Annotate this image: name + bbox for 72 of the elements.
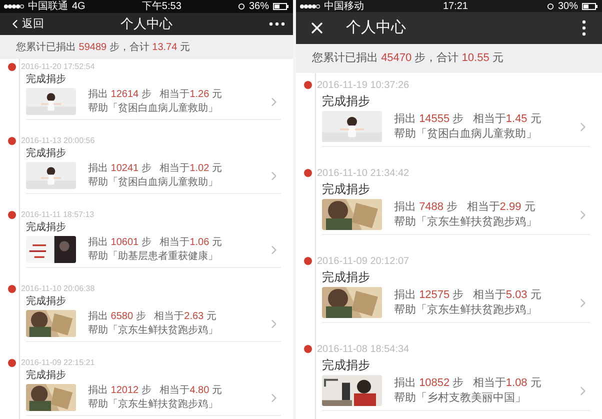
entry-time: 2016-11-10 21:34:42 <box>317 166 410 180</box>
battery-percent: 36% <box>248 0 269 14</box>
page-title: 个人中心 <box>346 18 406 38</box>
back-button[interactable]: 返回 <box>8 16 44 32</box>
entry-time: 2016-11-20 17:52:54 <box>21 60 95 72</box>
donation-item[interactable]: 捐出 12575 步 相当于5.03 元 帮助「京东生鲜扶贫跑步鸡」 <box>322 285 590 323</box>
entry-title: 完成捐步 <box>321 92 371 109</box>
donation-amount: 捐出 12614 步 相当于1.26 元 <box>88 88 223 102</box>
more-icon[interactable] <box>269 22 285 26</box>
network-type: 4G <box>72 0 86 14</box>
donation-item[interactable]: 捐出 6580 步 相当于2.63 元 帮助「京东生鲜扶贫跑步鸡」 <box>26 308 281 342</box>
carrier-name: 中国移动 <box>324 0 364 14</box>
entry-title: 完成捐步 <box>25 220 67 234</box>
battery-icon <box>582 2 598 10</box>
donation-item[interactable]: 捐出 14555 步 相当于1.45 元 帮助「贫困白血病儿童救助」 <box>322 109 590 147</box>
more-icon[interactable] <box>582 20 586 36</box>
entry-title: 完成捐步 <box>25 72 67 86</box>
donation-amount: 捐出 14555 步 相当于1.45 元 <box>394 112 542 126</box>
entry-title: 完成捐步 <box>321 268 371 285</box>
donation-cause: 帮助「贫困白血病儿童救助」 <box>88 176 219 189</box>
donation-summary: 您累计已捐出 45470 步，合计 10.55 元 <box>312 51 504 66</box>
donation-item[interactable]: 捐出 12012 步 相当于4.80 元 帮助「京东生鲜扶贫跑步鸡」 <box>26 382 281 416</box>
entry-time: 2016-11-13 20:00:56 <box>21 134 95 146</box>
timeline-dot <box>8 284 16 292</box>
donation-cause: 帮助「贫困白血病儿童救助」 <box>394 126 538 142</box>
donation-amount: 捐出 12012 步 相当于4.80 元 <box>88 384 223 398</box>
entry-time: 2016-11-08 18:54:34 <box>317 342 410 356</box>
timeline-dot <box>8 358 16 366</box>
donation-amount: 捐出 10241 步 相当于1.02 元 <box>88 162 223 176</box>
entry-time: 2016-11-11 18:57:13 <box>21 208 94 220</box>
donation-cause: 帮助「乡村支教美丽中国」 <box>394 390 527 406</box>
donation-cause: 帮助「京东生鲜扶贫跑步鸡」 <box>88 398 219 411</box>
donation-item[interactable]: 捐出 10241 步 相当于1.02 元 帮助「贫困白血病儿童救助」 <box>26 160 281 194</box>
donation-summary: 您累计已捐出 59489 步，合计 13.74 元 <box>16 40 190 54</box>
donation-item[interactable]: 捐出 12614 步 相当于1.26 元 帮助「贫困白血病儿童救助」 <box>26 86 281 120</box>
entry-time: 2016-11-19 10:37:26 <box>317 78 410 92</box>
timeline-dot <box>304 257 312 265</box>
donation-cause: 帮助「助基层患者重获健康」 <box>88 250 219 263</box>
donation-amount: 捐出 7488 步 相当于2.99 元 <box>394 200 536 214</box>
entry-time: 2016-11-09 22:15:21 <box>21 356 95 368</box>
entry-title: 完成捐步 <box>25 146 67 160</box>
page-title: 个人中心 <box>120 15 172 34</box>
donation-amount: 捐出 10601 步 相当于1.06 元 <box>88 236 223 250</box>
entry-time: 2016-11-09 20:12:07 <box>317 254 410 268</box>
status-time: 17:21 <box>442 0 468 14</box>
battery-percent: 30% <box>558 0 578 14</box>
signal-icon <box>300 4 320 8</box>
donation-cause: 帮助「京东生鲜扶贫跑步鸡」 <box>394 214 538 230</box>
battery-icon <box>272 3 289 10</box>
entry-title: 完成捐步 <box>25 294 67 308</box>
signal-icon <box>4 4 24 9</box>
timeline-dot <box>304 81 312 89</box>
donation-item[interactable]: 捐出 10852 步 相当于1.08 元 帮助「乡村支教美丽中国」 <box>322 373 590 411</box>
timeline-dot <box>8 210 16 218</box>
entry-title: 完成捐步 <box>25 368 67 382</box>
donation-item[interactable]: 捐出 7488 步 相当于2.99 元 帮助「京东生鲜扶贫跑步鸡」 <box>322 197 590 235</box>
timeline-dot <box>304 345 312 353</box>
donation-cause: 帮助「贫困白血病儿童救助」 <box>88 102 219 115</box>
timeline-dot <box>8 136 16 144</box>
donation-cause: 帮助「京东生鲜扶贫跑步鸡」 <box>88 324 219 337</box>
donation-amount: 捐出 12575 步 相当于5.03 元 <box>394 288 542 302</box>
donation-item[interactable]: 捐出 10601 步 相当于1.06 元 帮助「助基层患者重获健康」 <box>26 234 281 268</box>
carrier-name: 中国联通 <box>28 0 68 14</box>
donation-cause: 帮助「京东生鲜扶贫跑步鸡」 <box>394 302 538 318</box>
timeline-dot <box>8 62 16 70</box>
donation-amount: 捐出 10852 步 相当于1.08 元 <box>394 376 542 390</box>
entry-time: 2016-11-10 20:06:38 <box>21 282 95 294</box>
status-time: 下午5:53 <box>142 0 182 14</box>
entry-title: 完成捐步 <box>321 356 371 373</box>
donation-amount: 捐出 6580 步 相当于2.63 元 <box>88 310 218 324</box>
entry-title: 完成捐步 <box>321 180 371 197</box>
timeline-dot <box>304 169 312 177</box>
